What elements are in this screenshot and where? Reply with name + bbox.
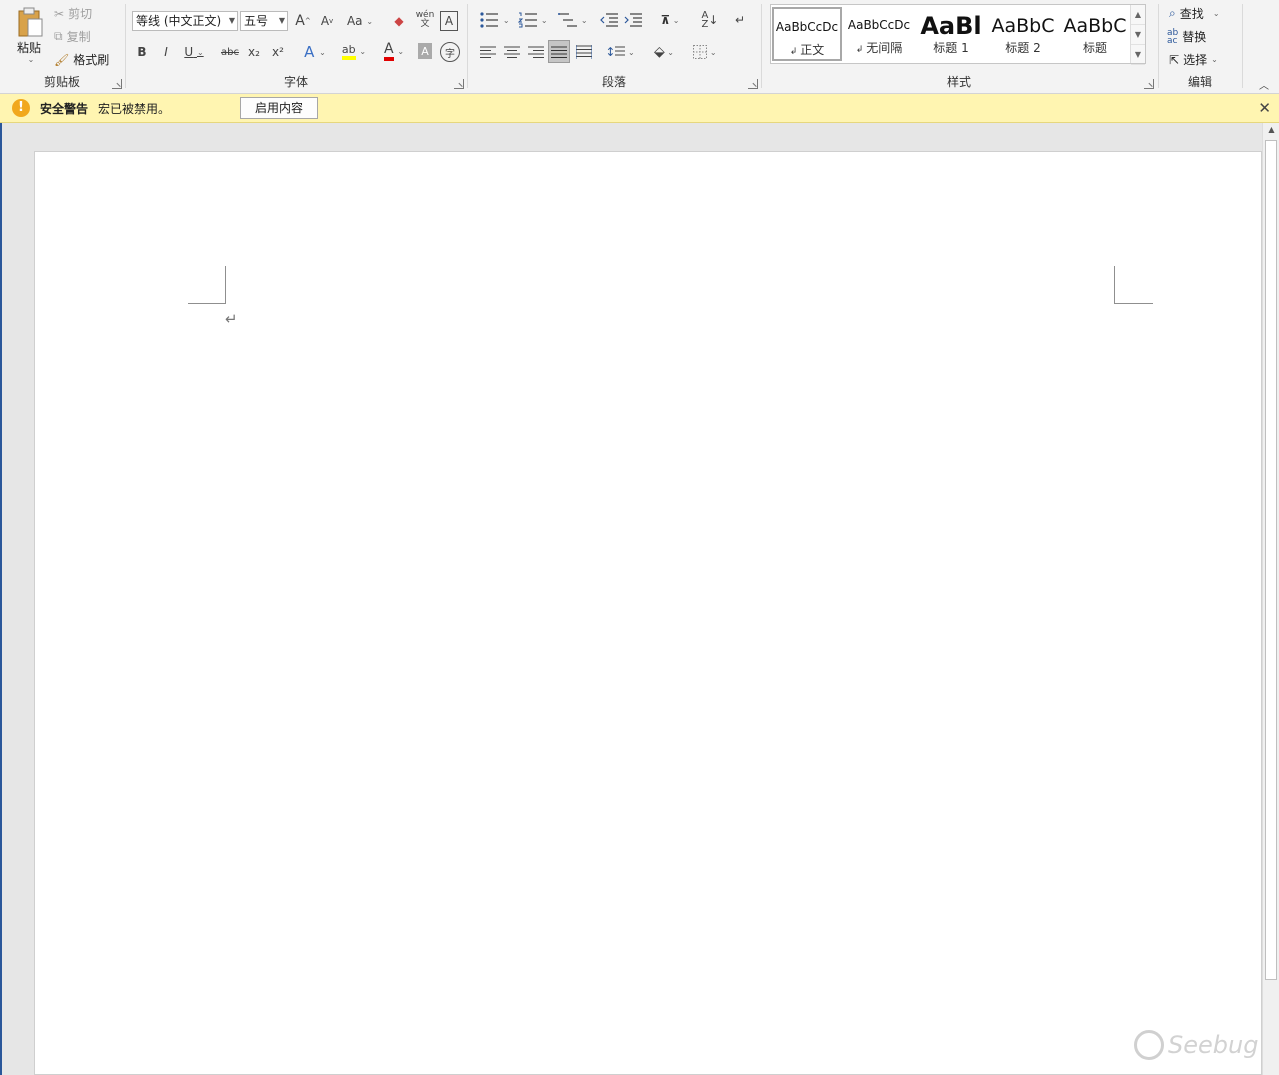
increase-indent-icon[interactable]: [622, 10, 644, 30]
chevron-down-icon: ▼: [228, 16, 235, 25]
scrollbar-thumb[interactable]: [1265, 140, 1277, 980]
shading-icon[interactable]: ⬙ ⌄: [648, 42, 680, 62]
decrease-indent-icon[interactable]: [598, 10, 620, 30]
paste-dropdown-icon[interactable]: ⌄: [25, 54, 37, 64]
bullets-icon[interactable]: ⌄: [478, 10, 512, 30]
clipboard-group: 粘贴 ⌄ ✂ 剪切 ⧉ 复制 🖌 格式刷 剪贴板: [0, 0, 124, 93]
font-size-value: 五号: [244, 14, 269, 28]
brush-icon: 🖌: [54, 52, 70, 67]
clear-format-icon[interactable]: ◆: [390, 11, 408, 31]
watermark-text: Seebug: [1168, 1031, 1259, 1059]
subscript-icon[interactable]: x₂: [244, 42, 264, 62]
copy-icon: ⧉: [54, 29, 63, 43]
italic-icon[interactable]: I: [158, 42, 174, 62]
close-icon[interactable]: ✕: [1258, 99, 1271, 117]
copy-button[interactable]: ⧉ 复制: [54, 28, 91, 45]
margin-corner-top-left: [188, 266, 226, 304]
cut-label: 剪切: [68, 7, 93, 21]
divider: [1242, 4, 1243, 88]
enclose-char-icon[interactable]: 字: [440, 42, 460, 62]
styles-group: 样式: [762, 0, 1156, 93]
justify-icon[interactable]: [548, 40, 570, 63]
chevron-down-icon: ⌄: [1207, 9, 1220, 18]
line-spacing-icon[interactable]: ↕ ⌄: [604, 42, 636, 62]
chevron-down-icon: ▼: [278, 16, 285, 25]
distributed-icon[interactable]: [574, 42, 594, 62]
format-painter-label: 格式刷: [73, 53, 110, 67]
replace-icon: ab ac: [1167, 27, 1179, 46]
shrink-font-icon[interactable]: Av: [318, 11, 336, 31]
window-edge: [0, 123, 2, 1075]
char-border-icon[interactable]: A: [440, 11, 458, 31]
strikethrough-icon[interactable]: abc: [218, 42, 242, 62]
select-label: 选择: [1183, 53, 1208, 67]
bold-icon[interactable]: B: [134, 42, 150, 62]
styles-group-label: 样式: [946, 75, 971, 89]
clipboard-group-label: 剪贴板: [43, 75, 80, 89]
chevron-down-icon: ⌄: [1211, 55, 1218, 64]
chinese-layout-icon[interactable]: ⊼ ⌄: [654, 10, 686, 30]
paste-icon[interactable]: [16, 6, 46, 38]
editing-group-label: 编辑: [1187, 75, 1212, 89]
font-group-label: 字体: [283, 75, 308, 89]
security-warning-bar: ! 安全警告 宏已被禁用。 启用内容 ✕: [0, 94, 1279, 123]
sort-icon[interactable]: A Z ↓: [700, 10, 720, 30]
font-name-combo[interactable]: 等线 (中文正文) ▼: [132, 11, 238, 31]
font-launcher-icon[interactable]: [454, 79, 464, 89]
replace-button[interactable]: ab ac 替换: [1167, 28, 1206, 45]
security-warning-title: 安全警告: [40, 101, 89, 116]
format-painter-button[interactable]: 🖌 格式刷: [54, 51, 109, 68]
superscript-icon[interactable]: x²: [268, 42, 288, 62]
scissors-icon: ✂: [54, 6, 65, 21]
copy-label: 复制: [66, 30, 91, 44]
cut-button[interactable]: ✂ 剪切: [54, 5, 92, 22]
highlight-icon[interactable]: ab ⌄: [338, 40, 370, 62]
numbering-icon[interactable]: ⌄: [516, 10, 550, 30]
security-warning-message: 宏已被禁用。: [98, 101, 171, 116]
borders-icon[interactable]: ⌄: [688, 42, 722, 62]
text-effects-icon[interactable]: A ⌄: [300, 42, 330, 62]
find-button[interactable]: ⌕ 查找 ⌄: [1169, 5, 1220, 22]
change-case-icon[interactable]: Aa ⌄: [344, 11, 376, 31]
paragraph-mark-icon: ↵: [225, 310, 238, 328]
show-marks-icon[interactable]: ↵: [730, 10, 750, 30]
search-icon: ⌕: [1169, 6, 1176, 20]
styles-launcher-icon[interactable]: [1144, 79, 1154, 89]
paragraph-launcher-icon[interactable]: [748, 79, 758, 89]
find-label: 查找: [1179, 7, 1204, 21]
margin-corner-top-right: [1114, 266, 1153, 304]
watermark: Seebug: [1134, 1030, 1258, 1060]
font-name-value: 等线 (中文正文): [136, 14, 222, 28]
scroll-up-icon[interactable]: ▲: [1263, 125, 1279, 139]
collapse-ribbon-icon[interactable]: ︿: [1256, 78, 1272, 92]
multilevel-list-icon[interactable]: ⌄: [556, 10, 590, 30]
pinyin-guide-icon[interactable]: wén 文: [414, 9, 436, 31]
select-button[interactable]: ⇱ 选择 ⌄: [1169, 51, 1218, 68]
cursor-arrow-icon: ⇱: [1169, 52, 1180, 67]
align-right-icon[interactable]: [526, 42, 546, 62]
replace-label: 替换: [1182, 30, 1207, 44]
font-size-combo[interactable]: 五号 ▼: [240, 11, 288, 31]
align-left-icon[interactable]: [478, 42, 498, 62]
char-shading-icon[interactable]: A: [418, 43, 432, 59]
warning-shield-icon: !: [12, 99, 30, 117]
paragraph-group-label: 段落: [601, 75, 626, 89]
watermark-logo-icon: [1134, 1030, 1164, 1060]
editing-group: ⌕ 查找 ⌄ ab ac 替换 ⇱ 选择 ⌄ 编辑: [1159, 0, 1241, 93]
underline-icon[interactable]: U ⌄: [180, 42, 208, 62]
font-group: 等线 (中文正文) ▼ 五号 ▼ A ^ Av Aa ⌄ ◆ wén 文 A B I U…: [126, 0, 466, 93]
ribbon: 粘贴 ⌄ ✂ 剪切 ⧉ 复制 🖌 格式刷 剪贴板 等线 (中文正文) ▼ 五号 ▼ …: [0, 0, 1279, 94]
vertical-scrollbar[interactable]: ▲: [1262, 123, 1279, 1075]
enable-content-button[interactable]: 启用内容: [240, 97, 319, 119]
clipboard-launcher-icon[interactable]: [112, 79, 122, 89]
paragraph-group: ⌄ ⌄ ⌄ ⊼ ⌄ A Z ↓ ↵ ↕ ⌄ ⬙ ⌄ ⌄ 段落: [468, 0, 760, 93]
align-center-icon[interactable]: [502, 42, 522, 62]
font-color-icon[interactable]: A ⌄: [378, 40, 410, 62]
grow-font-icon[interactable]: A ^: [294, 11, 312, 31]
